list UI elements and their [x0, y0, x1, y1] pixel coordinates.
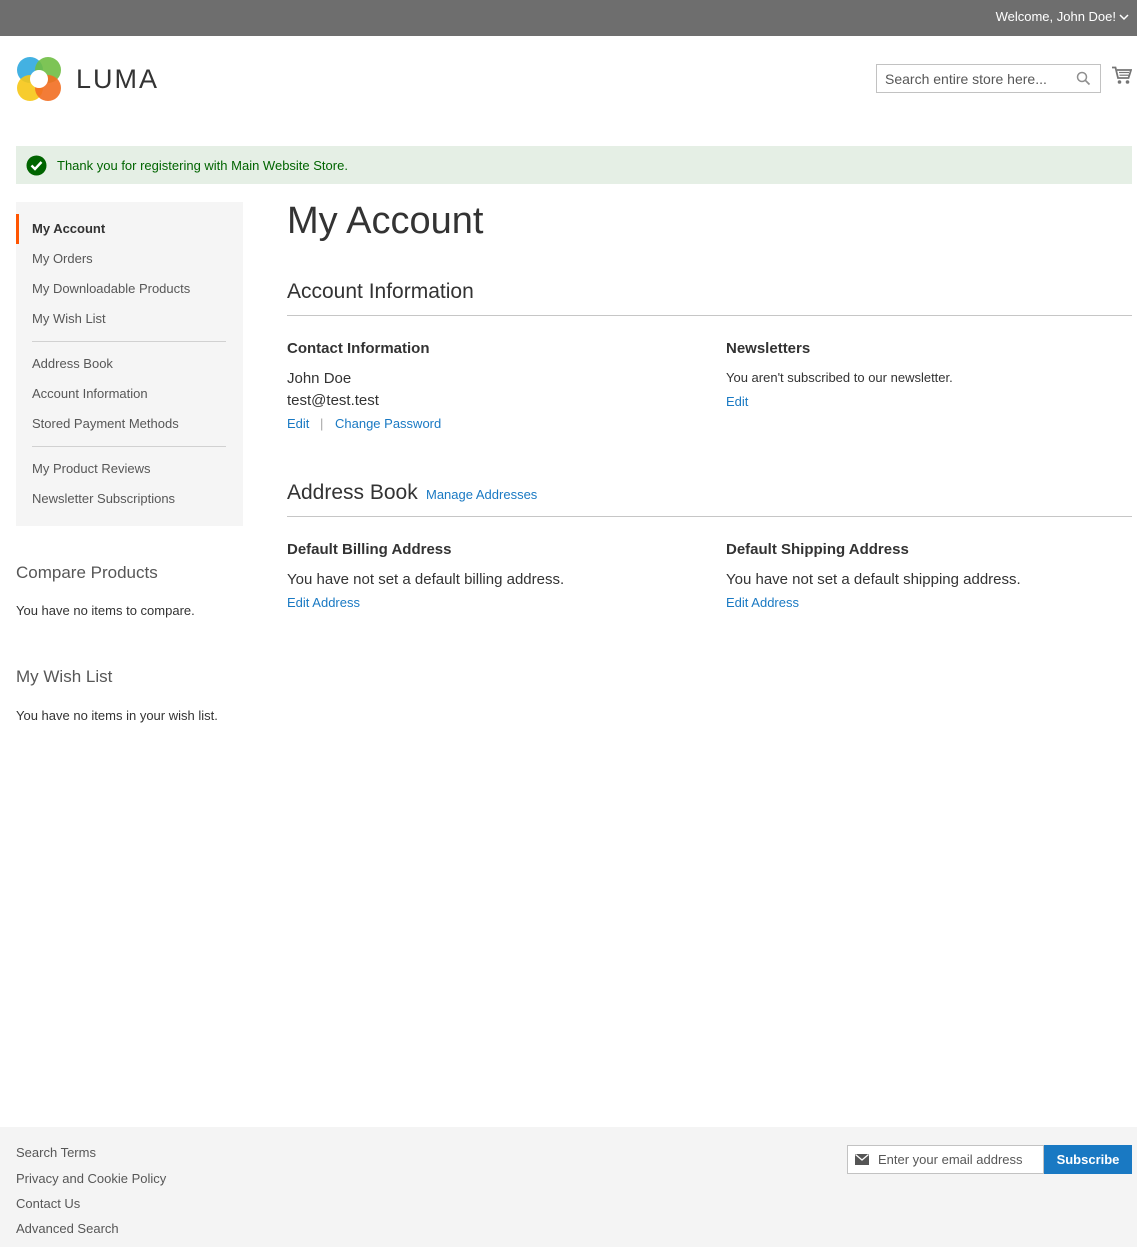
default-billing-title: Default Billing Address	[287, 541, 452, 558]
compare-products-title: Compare Products	[16, 563, 158, 582]
nav-item-address-book[interactable]: Address Book	[16, 349, 243, 379]
contact-email: test@test.test	[287, 392, 379, 409]
nav-item-my-downloadable-products[interactable]: My Downloadable Products	[16, 274, 243, 304]
footer-link-privacy-policy[interactable]: Privacy and Cookie Policy	[16, 1171, 166, 1186]
section-divider	[287, 315, 1132, 316]
contact-information-title: Contact Information	[287, 340, 430, 357]
address-book-title: Address Book	[287, 481, 418, 504]
luma-logo-icon	[17, 57, 61, 101]
footer-link-contact-us[interactable]: Contact Us	[16, 1196, 80, 1211]
cart-icon[interactable]	[1112, 66, 1132, 85]
change-password-link[interactable]: Change Password	[335, 416, 441, 431]
footer-link-search-terms[interactable]: Search Terms	[16, 1145, 96, 1160]
link-separator: |	[320, 416, 324, 431]
search-icon[interactable]	[1076, 71, 1091, 86]
newsletters-status: You aren't subscribed to our newsletter.	[726, 370, 953, 385]
section-divider	[287, 516, 1132, 517]
edit-shipping-address-link[interactable]: Edit Address	[726, 595, 799, 610]
wishlist-empty: You have no items in your wish list.	[16, 708, 218, 723]
nav-divider	[32, 341, 226, 342]
page-title: My Account	[287, 200, 484, 242]
nav-item-my-product-reviews[interactable]: My Product Reviews	[16, 454, 243, 484]
default-billing-text: You have not set a default billing addre…	[287, 571, 565, 588]
chevron-down-icon	[1119, 13, 1129, 20]
subscribe-button[interactable]: Subscribe	[1044, 1145, 1132, 1174]
nav-item-stored-payment-methods[interactable]: Stored Payment Methods	[16, 409, 243, 439]
edit-contact-link[interactable]: Edit	[287, 416, 309, 431]
compare-products-empty: You have no items to compare.	[16, 603, 195, 618]
nav-divider	[32, 446, 226, 447]
footer-link-advanced-search[interactable]: Advanced Search	[16, 1221, 119, 1236]
success-message: Thank you for registering with Main Webs…	[16, 146, 1132, 184]
store-logo[interactable]: LUMA	[16, 56, 159, 102]
account-nav: My Account My Orders My Downloadable Pro…	[16, 202, 243, 526]
nav-item-newsletter-subscriptions[interactable]: Newsletter Subscriptions	[16, 484, 243, 514]
edit-newsletters-link[interactable]: Edit	[726, 394, 748, 409]
default-shipping-title: Default Shipping Address	[726, 541, 909, 558]
search-box	[876, 64, 1101, 93]
search-input[interactable]	[877, 65, 1067, 92]
success-check-icon	[26, 155, 47, 175]
logo-text: LUMA	[76, 63, 160, 94]
top-bar: Welcome, John Doe!	[0, 0, 1137, 36]
edit-billing-address-link[interactable]: Edit Address	[287, 595, 360, 610]
contact-name: John Doe	[287, 370, 352, 387]
success-message-text: Thank you for registering with Main Webs…	[57, 157, 348, 173]
customer-menu-toggle[interactable]: Welcome, John Doe!	[996, 9, 1129, 24]
default-shipping-text: You have not set a default shipping addr…	[726, 571, 1021, 588]
newsletter-field	[847, 1145, 1044, 1174]
account-information-title: Account Information	[287, 280, 474, 303]
nav-item-my-wish-list[interactable]: My Wish List	[16, 304, 243, 334]
newsletter-email-input[interactable]	[878, 1146, 1043, 1173]
welcome-text: Welcome, John Doe!	[995, 9, 1116, 24]
mail-icon	[855, 1154, 869, 1165]
manage-addresses-link[interactable]: Manage Addresses	[426, 487, 537, 502]
footer: Search Terms Privacy and Cookie Policy C…	[0, 1127, 1137, 1247]
nav-item-account-information[interactable]: Account Information	[16, 379, 243, 409]
newsletters-title: Newsletters	[726, 340, 811, 357]
nav-item-my-account[interactable]: My Account	[16, 214, 243, 244]
wishlist-title: My Wish List	[16, 667, 113, 686]
nav-item-my-orders[interactable]: My Orders	[16, 244, 243, 274]
